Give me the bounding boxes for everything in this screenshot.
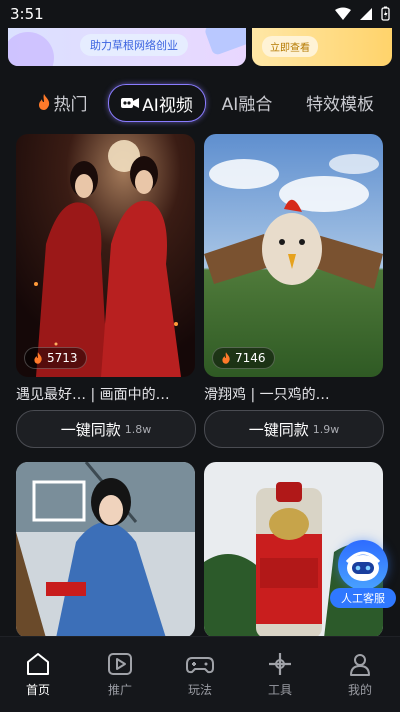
bottom-nav: 首页 推广 玩法 工具 我的	[0, 636, 400, 712]
tab-ai-video[interactable]: AI视频	[108, 84, 206, 122]
view-count: 5713	[47, 351, 78, 365]
customer-service-label: 人工客服	[330, 588, 396, 608]
status-bar: 3:51	[0, 0, 400, 28]
nav-play-label: 玩法	[187, 683, 212, 697]
nav-promote[interactable]: 推广	[90, 651, 150, 698]
card-caption: 滑翔鸡 | 一只鸡的…	[204, 387, 330, 403]
battery-icon	[381, 6, 390, 21]
promo-right-button[interactable]: 立即查看	[262, 36, 318, 57]
fire-icon	[38, 94, 49, 110]
fire-icon	[222, 352, 230, 364]
promo-banners: 助力草根网络创业 立即查看	[0, 28, 400, 66]
nav-me[interactable]: 我的	[330, 651, 390, 698]
usage-count: 1.9w	[312, 422, 340, 436]
view-count: 7146	[235, 351, 266, 365]
promo-banner-right[interactable]: 立即查看	[252, 28, 392, 66]
wifi-icon	[335, 7, 351, 20]
status-time: 3:51	[10, 5, 44, 23]
nav-tools-label: 工具	[267, 683, 292, 697]
video-card[interactable]: 7146	[204, 134, 383, 377]
tab-effect-templates-label: 特效模板	[306, 94, 374, 115]
one-click-same-label: 一键同款	[60, 420, 121, 439]
video-card[interactable]	[16, 462, 195, 638]
camera-icon	[121, 98, 140, 108]
nav-home[interactable]: 首页	[8, 651, 68, 698]
tab-hot[interactable]: 热门	[30, 84, 94, 120]
usage-count: 1.8w	[124, 422, 152, 436]
customer-service-button[interactable]: 人工客服	[330, 540, 396, 610]
promo-left-text: 助力草根网络创业	[80, 34, 188, 56]
tab-ai-fusion[interactable]: AI融合	[214, 84, 280, 120]
tools-icon	[269, 653, 291, 675]
gamepad-icon	[186, 657, 214, 674]
nav-play[interactable]: 玩法	[170, 651, 230, 698]
nav-tools[interactable]: 工具	[250, 651, 310, 698]
one-click-same-label: 一键同款	[248, 420, 309, 439]
tab-ai-video-label: AI视频	[142, 95, 193, 116]
view-counter: 5713	[24, 347, 87, 369]
card-caption: 遇见最好… | 画面中的…	[16, 387, 170, 403]
user-icon	[350, 654, 370, 676]
card-thumbnail-women	[16, 134, 195, 377]
tab-ai-fusion-label: AI融合	[221, 94, 273, 115]
video-card[interactable]: 5713	[16, 134, 195, 377]
nav-promote-label: 推广	[107, 683, 132, 697]
card-thumbnail-chicken	[204, 134, 383, 377]
one-click-same-button[interactable]: 一键同款 1.9w	[204, 410, 384, 448]
tab-hot-label: 热门	[53, 94, 88, 115]
nav-home-label: 首页	[25, 683, 50, 697]
fire-icon	[34, 352, 42, 364]
home-icon	[27, 653, 49, 675]
robot-icon	[338, 540, 388, 590]
card-thumbnail-basketball	[16, 462, 195, 638]
view-counter: 7146	[212, 347, 275, 369]
promo-banner-left[interactable]: 助力草根网络创业	[8, 28, 246, 66]
one-click-same-button[interactable]: 一键同款 1.8w	[16, 410, 196, 448]
signal-icon	[360, 7, 372, 20]
tab-effect-templates[interactable]: 特效模板	[298, 84, 382, 120]
play-icon	[108, 653, 132, 675]
nav-me-label: 我的	[347, 683, 372, 697]
category-tabs: 热门 AI视频 AI融合 特效模板	[0, 84, 400, 122]
